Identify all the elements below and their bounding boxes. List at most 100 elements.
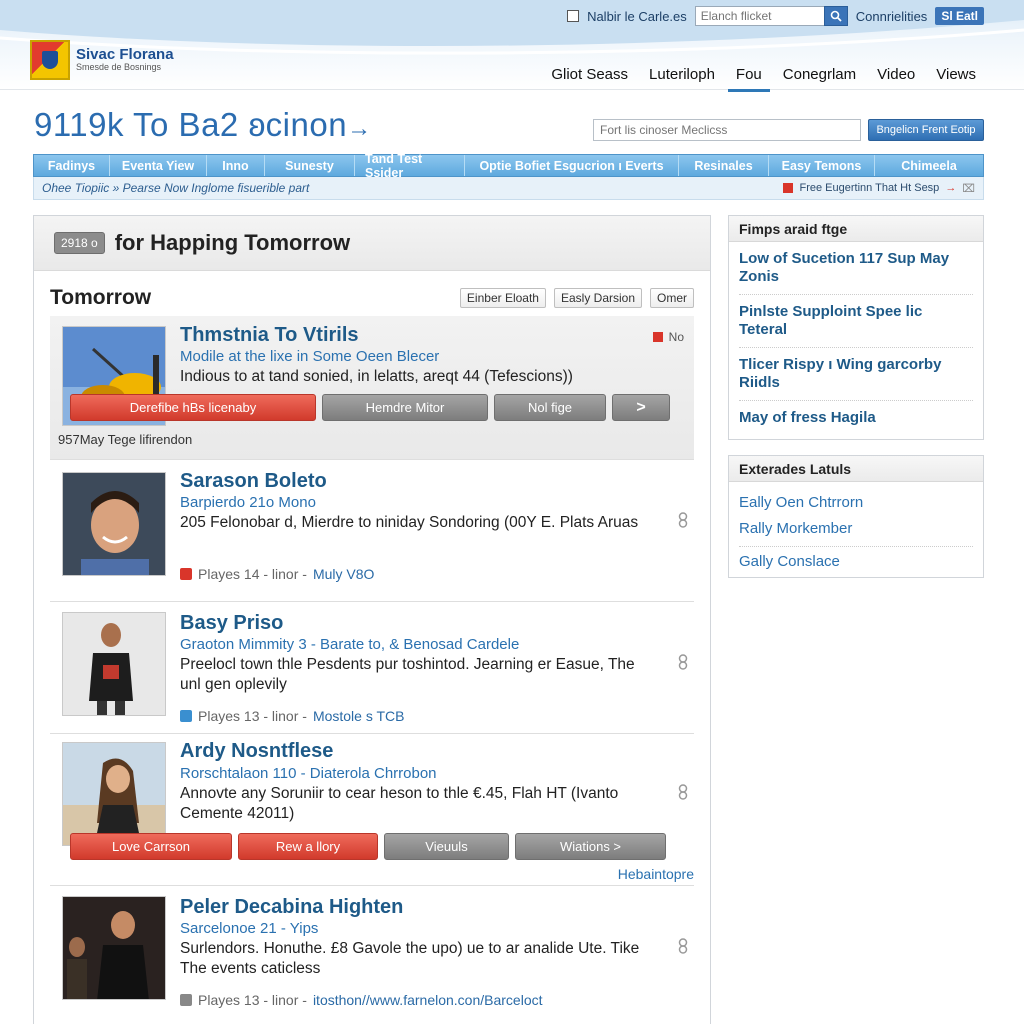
featured-button-1[interactable]: Hemdre Mitor <box>322 394 488 421</box>
event-meta-link[interactable]: Mostole s TCB <box>313 708 405 724</box>
event-subtitle[interactable]: Sarcelonoe 21 - Yips <box>180 920 318 937</box>
section-title: Tomorrow <box>50 286 152 309</box>
event-meta-label: Playes 13 - linor - <box>198 708 307 724</box>
share-icon[interactable] <box>676 512 690 528</box>
tab-8[interactable]: Chimeela <box>875 155 983 176</box>
filter-button-0[interactable]: Einber Eloath <box>459 288 546 308</box>
panel-title: for Happing Tomorrow <box>114 230 351 255</box>
event-subtitle[interactable]: Rorschtalaon 110 - Diaterola Chrrobon <box>180 765 437 782</box>
tab-3[interactable]: Sunesty <box>265 155 355 176</box>
arrow-right-icon: → <box>945 182 957 194</box>
event-title[interactable]: Basy Priso <box>180 612 283 635</box>
sidebar-box-title: Fimps araid ftge <box>729 216 983 242</box>
event-meta: Playes 13 - linor - itosthon//www.farnel… <box>180 992 543 1008</box>
filter-button-1[interactable]: Easly Darsion <box>553 288 642 308</box>
event-meta-link[interactable]: Muly V8O <box>313 566 374 582</box>
category-tabs: Fadinys Eventa Yiew Inno Sunesty Tand Te… <box>33 152 984 180</box>
event-item[interactable]: Ardy Nosntflese Rorschtalaon 110 - Diate… <box>50 734 694 886</box>
next-arrow-button[interactable]: > <box>612 394 670 421</box>
utility-link[interactable]: Connrielities <box>856 9 928 24</box>
more-link[interactable]: Hebaintopre <box>618 866 694 882</box>
tab-1[interactable]: Eventa Yiew <box>110 155 207 176</box>
featured-caption: 957May Tege lifirendon <box>58 432 193 447</box>
event-meta-label: Playes 13 - linor - <box>198 992 307 1008</box>
utility-bar: Nalbir le Carle.es Connrielities Sl Eatl <box>567 6 984 26</box>
featured-button-2[interactable]: Nol fige <box>494 394 606 421</box>
breadcrumb[interactable]: Ohee Tiopiic » Pearse Now Inglome fisuer… <box>42 181 309 195</box>
featured-subtitle[interactable]: Modile at the lixe in Some Oeen Blecer <box>180 348 439 365</box>
utility-search-input[interactable] <box>694 6 825 26</box>
event-thumbnail[interactable] <box>62 472 166 576</box>
event-thumbnail[interactable] <box>62 742 166 846</box>
featured-title[interactable]: Thmstnia To Vtirils <box>180 324 359 347</box>
event-title[interactable]: Peler Decabina Highten <box>180 896 403 919</box>
sidebar-link-0[interactable]: Low of Sucetion 117 Sup May Zonis <box>739 242 973 295</box>
flag-icon <box>652 332 663 342</box>
breadcrumb-bar: Ohee Tiopiic » Pearse Now Inglome fisuer… <box>33 177 984 200</box>
event-button-primary[interactable]: Love Carrson <box>70 833 232 860</box>
sidebar-related-link-2[interactable]: Gally Conslace <box>739 547 973 577</box>
event-subtitle[interactable]: Barpierdo 21o Mono <box>180 494 316 511</box>
event-description: Surlendors. Honuthe. £8 Gavole the upo) … <box>180 940 640 977</box>
featured-button-primary[interactable]: Derefibe hBs licenaby <box>70 394 316 421</box>
utility-checkbox[interactable] <box>567 10 580 22</box>
event-title[interactable]: Ardy Nosntflese <box>180 740 333 763</box>
sidebar-link-1[interactable]: Pinlste Supploint Spee lic Teteral <box>739 295 973 348</box>
utility-button[interactable]: Sl Eatl <box>935 7 984 25</box>
logo-subtitle: Smesde de Bosnings <box>76 62 162 73</box>
close-icon[interactable]: ⌧ <box>962 182 975 195</box>
featured-description: Indious to at tand sonied, in lelatts, a… <box>180 368 573 385</box>
tab-5[interactable]: Optie Bofiet Esgucrion ı Everts <box>465 155 679 176</box>
event-meta: Playes 14 - linor - Muly V8O <box>180 566 374 582</box>
event-button-secondary[interactable]: Rew a llory <box>238 833 378 860</box>
tab-4[interactable]: Tand Test Ssider <box>355 152 465 180</box>
sidebar-link-3[interactable]: May of fress Hagila <box>739 401 973 435</box>
page-search-button[interactable]: Bngelicn Frent Eotip <box>868 119 984 141</box>
nav-item-3[interactable]: Conegrlam <box>775 64 864 92</box>
tab-6[interactable]: Resinales <box>679 155 769 176</box>
filter-button-2[interactable]: Omer <box>650 288 694 308</box>
event-description: Preelocl town thle Pesdents pur toshinto… <box>180 656 635 693</box>
sidebar-link-2[interactable]: Tlicer Rispy ı Wing garcorby Riidls <box>739 348 973 401</box>
share-icon[interactable] <box>676 938 690 954</box>
promo-link[interactable]: Free Eugertinn That Ht Sesp <box>799 182 939 194</box>
event-meta-label: Playes 14 - linor - <box>198 566 307 582</box>
event-meta: Playes 13 - linor - Mostole s TCB <box>180 708 404 724</box>
nav-item-0[interactable]: Gliot Seass <box>543 64 636 92</box>
event-item[interactable]: Sarason Boleto Barpierdo 21o Mono 205 Fe… <box>50 460 694 602</box>
event-title[interactable]: Sarason Boleto <box>180 470 327 493</box>
featured-tag: No <box>652 330 684 344</box>
sidebar-related-link-1[interactable]: Rally Morkember <box>739 516 973 547</box>
share-icon[interactable] <box>676 784 690 800</box>
ticket-icon <box>180 994 192 1006</box>
utility-search-button[interactable] <box>823 6 848 26</box>
event-item[interactable]: Basy Priso Graoton Mimmity 3 - Barate to… <box>50 602 694 734</box>
utility-checkbox-label: Nalbir le Carle.es <box>587 8 687 24</box>
event-button-3[interactable]: Wiations > <box>515 833 666 860</box>
tab-7[interactable]: Easy Temons <box>769 155 875 176</box>
event-thumbnail[interactable] <box>62 612 166 716</box>
nav-item-2-active[interactable]: Fou <box>727 64 770 92</box>
event-subtitle[interactable]: Graoton Mimmity 3 - Barate to, & Benosad… <box>180 636 519 653</box>
event-description: Annovte any Soruniir to cear heson to th… <box>180 785 619 822</box>
share-icon[interactable] <box>676 654 690 670</box>
site-header: Sivac Florana Smesde de Bosnings Nalbir … <box>0 0 1024 92</box>
tab-2[interactable]: Inno <box>207 155 265 176</box>
nav-item-5[interactable]: Views <box>928 64 984 92</box>
main-nav: Gliot Seass Luteriloph Fou Conegrlam Vid… <box>538 64 984 92</box>
page-search-input[interactable] <box>593 119 861 141</box>
site-logo[interactable]: Sivac Florana Smesde de Bosnings <box>30 40 174 80</box>
page-title: 9119k To Ba2 ʚcinon→ <box>34 106 372 144</box>
crest-icon <box>30 40 70 80</box>
featured-event[interactable]: Thmstnia To Vtirils Modile at the lixe i… <box>50 316 694 460</box>
event-meta-link[interactable]: itosthon//www.farnelon.con/Barceloct <box>313 992 543 1008</box>
search-icon <box>830 10 842 22</box>
nav-item-4[interactable]: Video <box>869 64 923 92</box>
event-button-2[interactable]: Vieuuls <box>384 833 509 860</box>
sidebar-related-link-0[interactable]: Eally Oen Chtrrorn <box>739 490 973 516</box>
tab-0[interactable]: Fadinys <box>34 155 110 176</box>
event-thumbnail[interactable] <box>62 896 166 1000</box>
page-title-text: 9119k To Ba2 ʚcinon <box>34 106 348 143</box>
event-item[interactable]: Peler Decabina Highten Sarcelonoe 21 - Y… <box>50 886 694 1024</box>
nav-item-1[interactable]: Luteriloph <box>641 64 723 92</box>
